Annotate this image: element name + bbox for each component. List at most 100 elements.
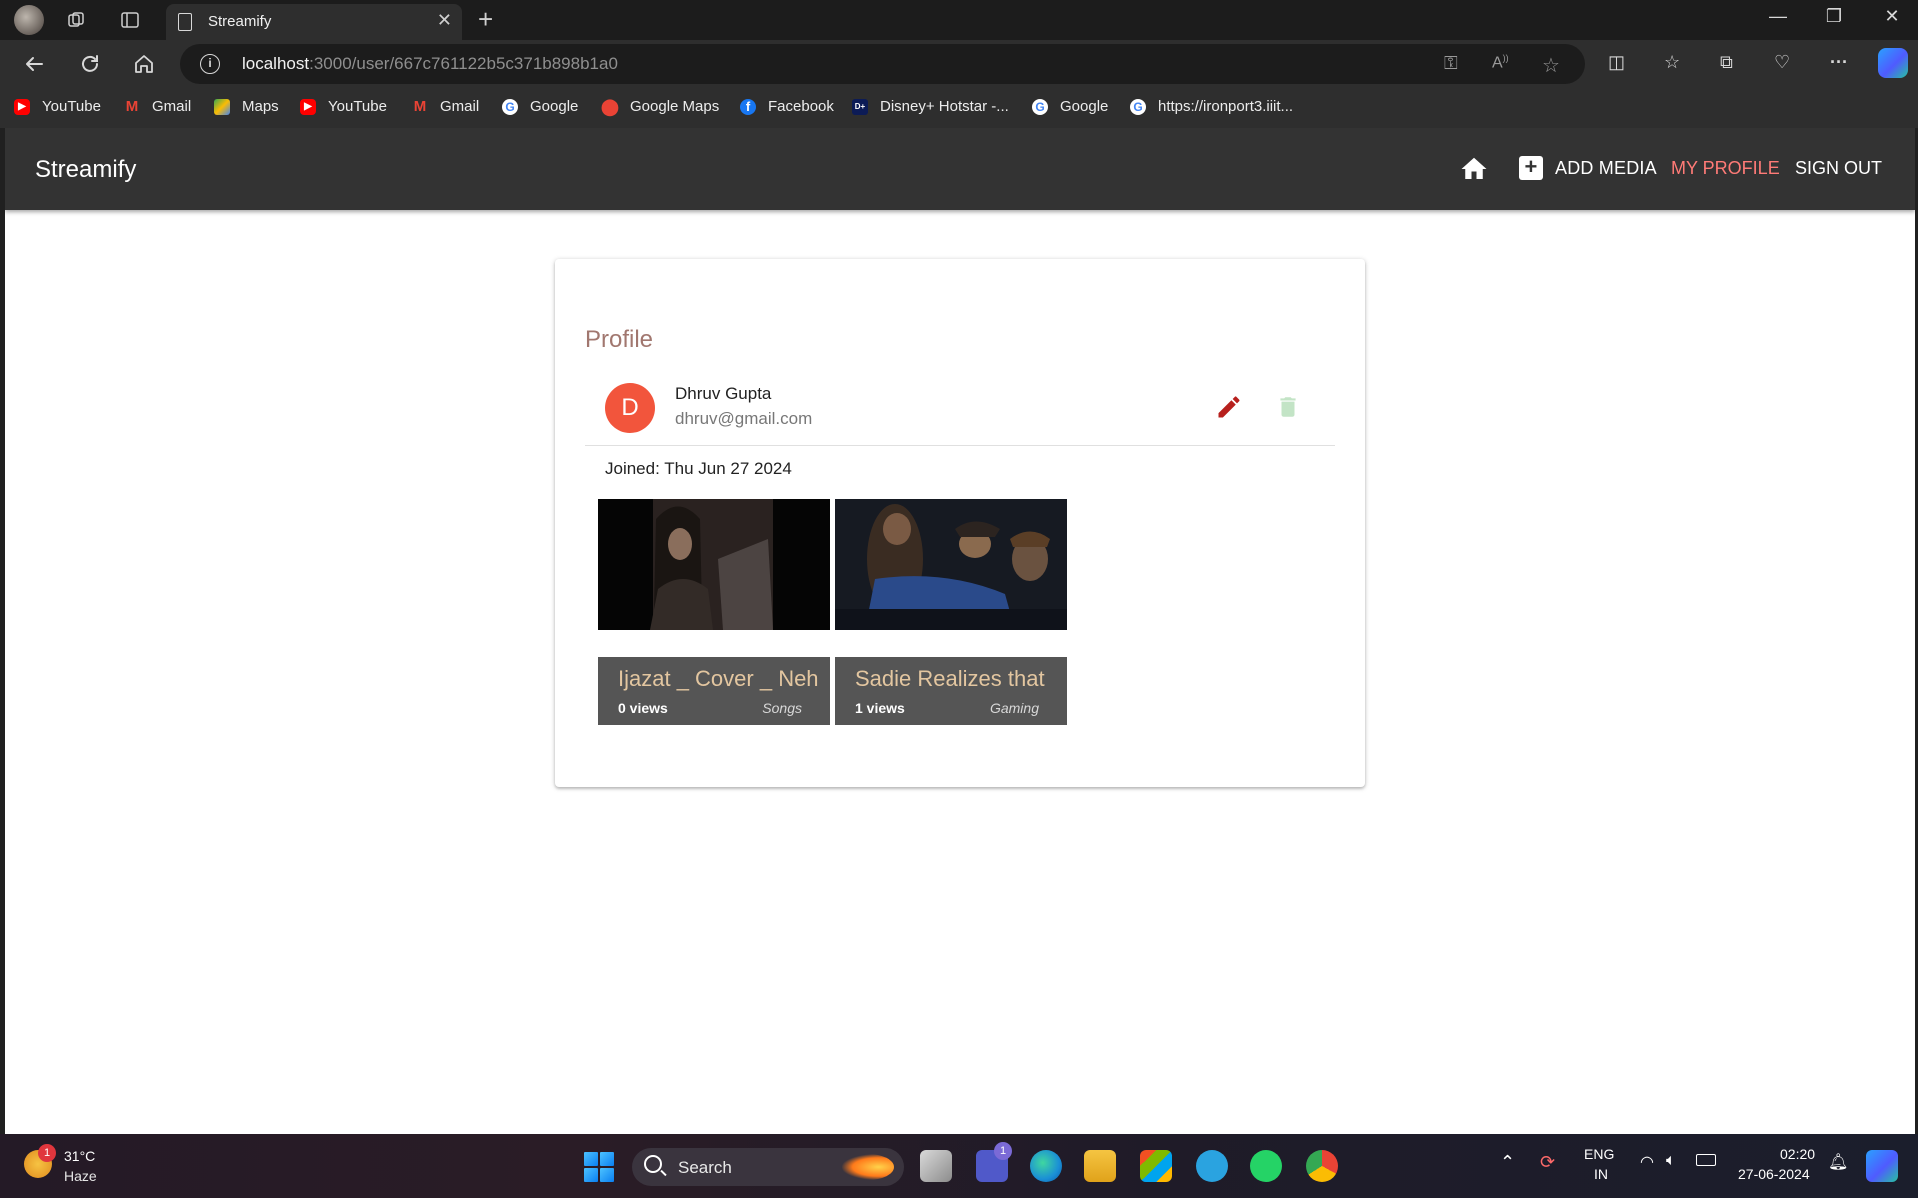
google-maps-icon: ⬤ [601, 98, 619, 116]
bookmark-google-maps[interactable]: ⬤ Google Maps [601, 98, 719, 116]
profile-title: Profile [585, 326, 654, 353]
new-tab-icon[interactable]: + [478, 4, 493, 35]
restore-icon[interactable]: ❐ [1814, 6, 1854, 27]
bookmark-google-2[interactable]: G Google [1032, 98, 1108, 115]
home-icon[interactable] [1459, 154, 1489, 184]
bookmark-maps[interactable]: Maps [214, 98, 279, 115]
language-bottom[interactable]: IN [1594, 1166, 1608, 1182]
delete-icon[interactable] [1275, 393, 1301, 421]
close-tab-icon[interactable]: ✕ [437, 10, 452, 31]
media-thumbnail[interactable] [835, 499, 1067, 630]
sign-out-button[interactable]: SIGN OUT [1795, 158, 1882, 179]
microsoft-store-icon[interactable] [1140, 1150, 1172, 1182]
teams-badge: 1 [994, 1142, 1012, 1160]
media-title[interactable]: Ijazat _ Cover _ Neh [618, 666, 818, 692]
battery-icon[interactable] [1696, 1154, 1716, 1166]
clock-date[interactable]: 27-06-2024 [1738, 1166, 1810, 1182]
page-icon [178, 13, 192, 31]
wifi-icon[interactable]: ◠ [1640, 1152, 1654, 1172]
notification-badge: 1 [38, 1144, 56, 1162]
more-options-icon[interactable]: ··· [1830, 52, 1848, 73]
site-info-icon[interactable]: i [200, 54, 220, 74]
minimize-icon[interactable]: — [1758, 6, 1798, 27]
workspaces-icon[interactable] [64, 8, 88, 32]
browser-essentials-icon[interactable]: ♡ [1774, 52, 1790, 73]
read-aloud-icon[interactable]: A)) [1492, 53, 1509, 72]
bookmark-youtube[interactable]: ▶ YouTube [14, 98, 101, 115]
bookmark-google[interactable]: G Google [502, 98, 578, 115]
google-icon: G [1130, 98, 1146, 115]
browser-toolbar: i localhost:3000/user/667c761122b5c371b8… [0, 40, 1918, 88]
bookmark-gmail[interactable]: M Gmail [124, 98, 191, 115]
my-profile-link[interactable]: MY PROFILE [1671, 158, 1780, 179]
whatsapp-icon[interactable] [1250, 1150, 1282, 1182]
bookmark-youtube-2[interactable]: ▶ YouTube [300, 98, 387, 115]
collections-icon[interactable]: ⧉ [1720, 52, 1733, 73]
user-email: dhruv@gmail.com [675, 409, 813, 428]
taskbar-search[interactable]: Search [632, 1148, 904, 1186]
gmail-icon: M [125, 98, 139, 115]
clock-time[interactable]: 02:20 [1780, 1146, 1815, 1162]
media-tile[interactable]: Ijazat _ Cover _ Neh 0 views Songs [598, 499, 830, 725]
copilot-taskbar-icon[interactable] [1866, 1150, 1898, 1182]
maps-icon [214, 98, 230, 115]
media-title[interactable]: Sadie Realizes that [855, 666, 1055, 692]
google-icon: G [1032, 98, 1048, 115]
app-header: Streamify + ADD MEDIA MY PROFILE SIGN OU… [5, 128, 1915, 210]
file-explorer-icon[interactable] [1084, 1150, 1116, 1182]
active-tab[interactable]: Streamify ✕ [166, 4, 462, 40]
bookmark-gmail-2[interactable]: M Gmail [412, 98, 479, 115]
address-bar[interactable]: i localhost:3000/user/667c761122b5c371b8… [180, 44, 1585, 84]
show-hidden-icons-icon[interactable]: ⌃ [1500, 1152, 1515, 1173]
hotstar-icon: D+ [852, 98, 868, 115]
media-views: 1 views [855, 700, 905, 716]
refresh-icon[interactable] [76, 50, 104, 78]
media-tile[interactable]: Sadie Realizes that 1 views Gaming [835, 499, 1067, 725]
edit-icon[interactable] [1215, 393, 1243, 421]
telegram-icon[interactable] [1196, 1150, 1228, 1182]
media-thumbnail[interactable] [598, 499, 830, 630]
joined-date: Joined: Thu Jun 27 2024 [605, 459, 792, 478]
browser-profile-avatar[interactable] [14, 5, 44, 35]
close-window-icon[interactable]: ✕ [1872, 6, 1912, 27]
search-icon [644, 1155, 662, 1173]
edge-icon[interactable] [1030, 1150, 1062, 1182]
home-browser-icon[interactable] [130, 50, 158, 78]
tab-title: Streamify [208, 13, 272, 30]
weather-description[interactable]: Haze [64, 1168, 97, 1184]
language-top[interactable]: ENG [1584, 1146, 1614, 1162]
sync-icon[interactable]: ⟳ [1540, 1152, 1555, 1173]
media-info-bar[interactable]: Ijazat _ Cover _ Neh 0 views Songs [598, 657, 830, 725]
bookmarks-bar: ▶ YouTube M Gmail Maps ▶ YouTube M Gmail G Go… [0, 88, 1918, 128]
bookmark-ironport[interactable]: Ghttps://ironport3.iiit... [1130, 98, 1293, 115]
add-box-icon: + [1519, 156, 1543, 180]
copilot-icon[interactable] [1878, 48, 1908, 78]
tab-actions-icon[interactable] [118, 8, 142, 32]
media-views: 0 views [618, 700, 668, 716]
favorite-star-icon[interactable]: ☆ [1542, 53, 1560, 78]
notifications-bell-icon[interactable]: 🔔︎ [1828, 1152, 1848, 1172]
task-view-icon[interactable] [920, 1150, 952, 1182]
media-genre: Gaming [989, 700, 1039, 716]
start-icon[interactable] [584, 1152, 614, 1182]
search-highlight-icon [842, 1154, 894, 1180]
facebook-icon: f [740, 98, 756, 115]
windows-taskbar: 1 31°C Haze Search 1 ⌃ ⟳ ENG IN ◠ 🔈︎ 02:… [0, 1134, 1918, 1198]
url-text[interactable]: localhost:3000/user/667c761122b5c371b898… [242, 54, 618, 74]
add-media-button[interactable]: + ADD MEDIA [1519, 156, 1657, 180]
app-brand[interactable]: Streamify [35, 156, 136, 184]
chrome-icon[interactable] [1306, 1150, 1338, 1182]
volume-icon[interactable]: 🔈︎ [1666, 1152, 1676, 1170]
gmail-icon: M [413, 98, 427, 115]
youtube-icon: ▶ [14, 98, 30, 115]
media-info-bar[interactable]: Sadie Realizes that 1 views Gaming [835, 657, 1067, 725]
split-screen-icon[interactable]: ◫ [1608, 52, 1625, 73]
password-key-icon[interactable]: ⚿ [1444, 53, 1458, 74]
bookmark-hotstar[interactable]: D+ Disney+ Hotstar -... [852, 98, 1009, 115]
back-icon[interactable] [20, 50, 48, 78]
weather-temperature[interactable]: 31°C [64, 1148, 95, 1164]
favorites-icon[interactable]: ☆ [1664, 52, 1680, 73]
bookmark-facebook[interactable]: f Facebook [740, 98, 834, 115]
profile-card: Profile D Dhruv Gupta dhruv@gmail.com Jo… [555, 259, 1365, 787]
youtube-icon: ▶ [300, 98, 316, 115]
